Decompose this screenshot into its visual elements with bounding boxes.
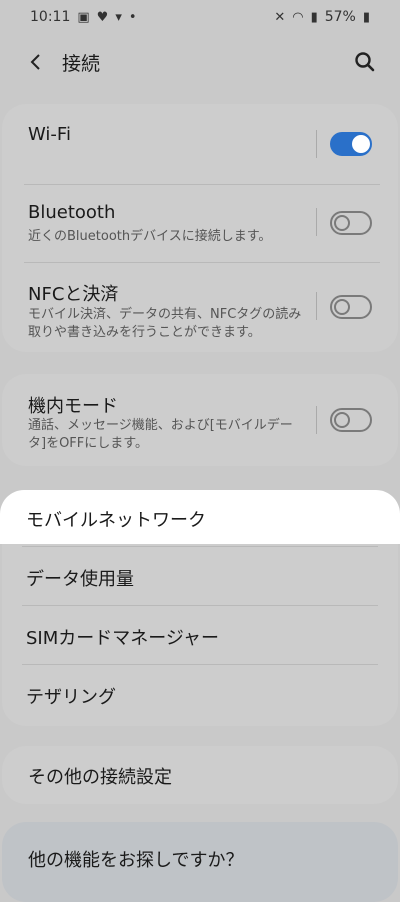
airplane-subtitle: 通話、メッセージ機能、および[モバイルデータ]をOFFにします。 bbox=[28, 418, 293, 451]
sim-manager-item[interactable]: SIMカードマネージャー bbox=[0, 606, 396, 664]
wifi-row[interactable]: Wi-Fi bbox=[2, 104, 398, 184]
mute-icon: ✕ bbox=[274, 9, 286, 25]
airplane-row[interactable]: 機内モード 通話、メッセージ機能、および[モバイルデータ]をOFFにします。 bbox=[2, 374, 398, 466]
status-time: 10:11 bbox=[30, 9, 71, 25]
nfc-title: NFCと決済 bbox=[28, 284, 119, 305]
bag-icon: ▾ bbox=[115, 9, 122, 25]
mobile-network-label: モバイルネットワーク bbox=[26, 510, 206, 531]
divider bbox=[22, 546, 378, 547]
sim-manager-label: SIMカードマネージャー bbox=[26, 628, 220, 649]
wifi-icon: ◠ bbox=[292, 9, 304, 25]
page-title: 接続 bbox=[62, 53, 101, 75]
chevron-left-icon bbox=[30, 54, 40, 70]
toggle-knob bbox=[334, 299, 350, 315]
nfc-row[interactable]: NFCと決済 モバイル決済、データの共有、NFCタグの読み取りや書き込みを行うこ… bbox=[2, 262, 398, 352]
airplane-toggle[interactable] bbox=[330, 408, 372, 432]
more-settings-label: その他の接続設定 bbox=[28, 767, 172, 788]
looking-for-card: 他の機能をお探しですか？ bbox=[2, 822, 398, 902]
status-bar: 10:11 ▣ ♥ ▾ • ✕ ◠ ▮ 57% ▮ bbox=[0, 0, 400, 34]
toggle-knob bbox=[334, 215, 350, 231]
back-button[interactable] bbox=[22, 48, 50, 76]
data-usage-label: データ使用量 bbox=[26, 569, 134, 590]
status-left: 10:11 ▣ ♥ ▾ • bbox=[30, 9, 137, 25]
more-settings-card[interactable]: その他の接続設定 bbox=[2, 746, 398, 804]
nfc-toggle[interactable] bbox=[330, 295, 372, 319]
separator bbox=[316, 208, 317, 236]
nfc-subtitle: モバイル決済、データの共有、NFCタグの読み取りや書き込みを行うことができます。 bbox=[28, 307, 302, 340]
mobile-network-item[interactable]: モバイルネットワーク bbox=[0, 490, 400, 544]
battery-icon: ▮ bbox=[362, 9, 370, 25]
search-icon bbox=[355, 52, 375, 72]
toggle-knob bbox=[352, 135, 370, 153]
image-icon: ▣ bbox=[77, 9, 90, 25]
separator bbox=[316, 406, 317, 434]
signal-icon: ▮ bbox=[310, 9, 318, 25]
dot-icon: • bbox=[128, 9, 137, 25]
heart-icon: ♥ bbox=[96, 9, 109, 25]
toggle-knob bbox=[334, 412, 350, 428]
header: 接続 bbox=[0, 40, 400, 84]
battery-text: 57% bbox=[324, 9, 356, 25]
bluetooth-toggle[interactable] bbox=[330, 211, 372, 235]
airplane-title: 機内モード bbox=[28, 396, 118, 417]
separator bbox=[316, 292, 317, 320]
tethering-item[interactable]: テザリング bbox=[0, 665, 396, 723]
search-button[interactable] bbox=[350, 47, 380, 77]
separator bbox=[316, 130, 317, 158]
connections-card: Wi-Fi Bluetooth 近くのBluetoothデバイスに接続します。 … bbox=[2, 104, 398, 352]
wifi-title: Wi-Fi bbox=[28, 124, 71, 145]
bluetooth-row[interactable]: Bluetooth 近くのBluetoothデバイスに接続します。 bbox=[2, 184, 398, 262]
wifi-toggle[interactable] bbox=[330, 132, 372, 156]
airplane-card: 機内モード 通話、メッセージ機能、および[モバイルデータ]をOFFにします。 bbox=[2, 374, 398, 466]
data-usage-item[interactable]: データ使用量 bbox=[0, 548, 396, 604]
bluetooth-title: Bluetooth bbox=[28, 202, 116, 223]
bluetooth-subtitle: 近くのBluetoothデバイスに接続します。 bbox=[28, 229, 272, 244]
tethering-label: テザリング bbox=[26, 687, 116, 708]
looking-for-label: 他の機能をお探しですか？ bbox=[28, 850, 244, 871]
status-right: ✕ ◠ ▮ 57% ▮ bbox=[274, 9, 370, 25]
